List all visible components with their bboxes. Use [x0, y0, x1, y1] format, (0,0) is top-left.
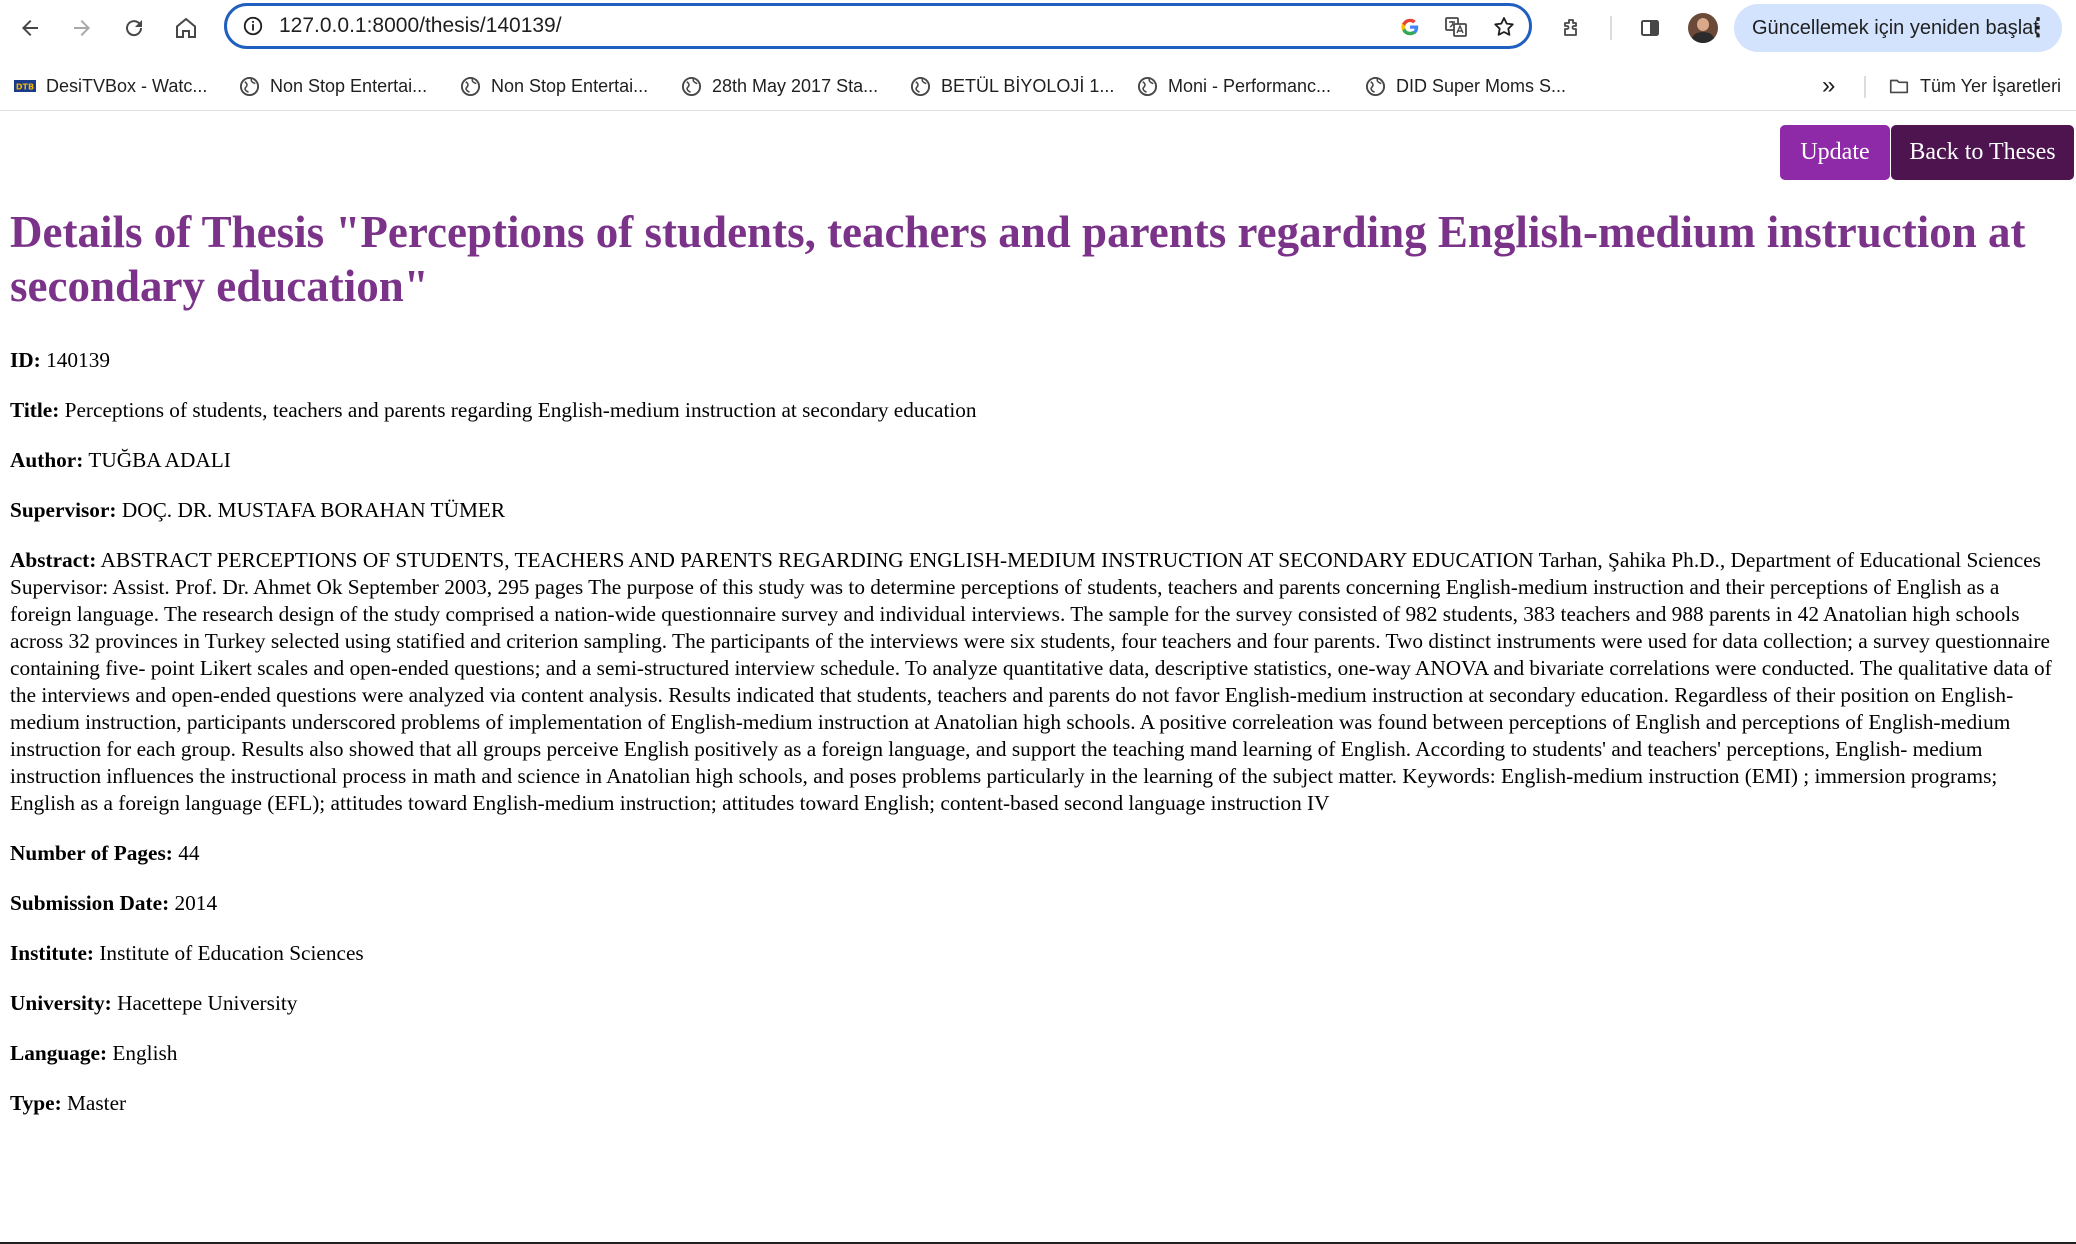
bookmark-label: 28th May 2017 Sta...: [712, 76, 879, 96]
field-label: Title:: [10, 398, 60, 422]
svg-text:DTB: DTB: [16, 83, 34, 92]
field-value: ABSTRACT PERCEPTIONS OF STUDENTS, TEACHE…: [10, 548, 2052, 815]
bookmark-item[interactable]: Non Stop Entertai...: [238, 72, 427, 100]
bookmark-label: Moni - Performanc...: [1168, 76, 1332, 96]
menu-dots-icon[interactable]: ⋮: [2026, 4, 2050, 52]
bookmark-label: Non Stop Entertai...: [491, 76, 649, 96]
bookmark-item[interactable]: Moni - Performanc...: [1136, 72, 1331, 100]
extensions-icon[interactable]: [1554, 10, 1590, 46]
google-icon[interactable]: [1395, 12, 1425, 42]
field-value: Institute of Education Sciences: [99, 941, 364, 965]
field-value: TUĞBA ADALI: [88, 448, 231, 472]
field-abstract: Abstract: ABSTRACT PERCEPTIONS OF STUDEN…: [10, 547, 2066, 817]
browser-toolbar: 127.0.0.1:8000/thesis/140139/ Güncelleme…: [0, 0, 2076, 56]
field-university: University: Hacettepe University: [10, 990, 2066, 1017]
chevron-double-right-icon[interactable]: »: [1822, 72, 1835, 100]
field-value: 44: [178, 841, 200, 865]
bookmark-item[interactable]: DTB DesiTVBox - Watc...: [14, 72, 207, 100]
back-arrow-icon[interactable]: [12, 10, 48, 46]
field-label: Institute:: [10, 941, 95, 965]
all-bookmarks-label: Tüm Yer İşaretleri: [1920, 76, 2062, 96]
bookmark-star-icon[interactable]: [1489, 12, 1519, 42]
relaunch-update-label: Güncellemek için yeniden başlat: [1752, 17, 2039, 39]
field-label: Submission Date:: [10, 891, 170, 915]
field-author: Author: TUĞBA ADALI: [10, 447, 2066, 474]
globe-icon: [1364, 75, 1386, 97]
bookmark-label: DesiTVBox - Watc...: [46, 76, 208, 96]
forward-arrow-icon[interactable]: [64, 10, 100, 46]
update-button[interactable]: Update: [1780, 125, 1890, 180]
bookmarks-bar: DTB DesiTVBox - Watc... Non Stop Enterta…: [0, 66, 2076, 106]
globe-icon: [459, 75, 481, 97]
field-label: Number of Pages:: [10, 841, 173, 865]
bookmark-item[interactable]: BETÜL BİYOLOJİ 1...: [909, 72, 1114, 100]
field-value: 2014: [174, 891, 218, 915]
field-label: Supervisor:: [10, 498, 117, 522]
desitvbox-favicon: DTB: [14, 75, 36, 97]
profile-avatar[interactable]: [1688, 13, 1718, 43]
page-title: Details of Thesis "Perceptions of studen…: [10, 207, 2026, 311]
back-to-theses-button[interactable]: Back to Theses: [1891, 125, 2074, 180]
address-bar[interactable]: 127.0.0.1:8000/thesis/140139/: [224, 3, 1532, 49]
side-panel-icon[interactable]: [1632, 10, 1668, 46]
globe-icon: [680, 75, 702, 97]
field-value: English: [112, 1041, 178, 1065]
field-supervisor: Supervisor: DOÇ. DR. MUSTAFA BORAHAN TÜM…: [10, 497, 2066, 524]
field-label: Language:: [10, 1041, 108, 1065]
globe-icon: [1136, 75, 1158, 97]
translate-icon[interactable]: [1441, 12, 1471, 42]
bookmark-item[interactable]: Non Stop Entertai...: [459, 72, 648, 100]
field-label: ID:: [10, 348, 41, 372]
field-institute: Institute: Institute of Education Scienc…: [10, 940, 2066, 967]
reload-icon[interactable]: [116, 10, 152, 46]
field-value: DOÇ. DR. MUSTAFA BORAHAN TÜMER: [121, 498, 506, 522]
field-value: Perceptions of students, teachers and pa…: [64, 398, 977, 422]
site-info-icon[interactable]: [241, 14, 265, 38]
field-title: Title: Perceptions of students, teachers…: [10, 397, 2066, 424]
url-text[interactable]: 127.0.0.1:8000/thesis/140139/: [279, 6, 562, 46]
bookmarks-divider: [1864, 76, 1866, 98]
field-label: Author:: [10, 448, 84, 472]
bookmark-label: Non Stop Entertai...: [270, 76, 428, 96]
relaunch-update-button[interactable]: Güncellemek için yeniden başlat ⋮: [1734, 4, 2062, 52]
field-value: 140139: [46, 348, 110, 372]
field-type: Type: Master: [10, 1090, 2066, 1117]
field-language: Language: English: [10, 1040, 2066, 1067]
home-icon[interactable]: [168, 10, 204, 46]
thesis-fields: ID: 140139 Title: Perceptions of student…: [10, 347, 2066, 1140]
bookmark-item[interactable]: DID Super Moms S...: [1364, 72, 1566, 100]
thesis-detail-page: Update Back to Theses Details of Thesis …: [0, 111, 2076, 1244]
all-bookmarks-button[interactable]: Tüm Yer İşaretleri: [1888, 72, 2061, 100]
field-id: ID: 140139: [10, 347, 2066, 374]
bookmark-label: DID Super Moms S...: [1396, 76, 1567, 96]
field-submission-date: Submission Date: 2014: [10, 890, 2066, 917]
field-label: University:: [10, 991, 112, 1015]
field-value: Master: [67, 1091, 127, 1115]
field-label: Abstract:: [10, 548, 97, 572]
bookmark-label: BETÜL BİYOLOJİ 1...: [941, 76, 1115, 96]
bookmark-item[interactable]: 28th May 2017 Sta...: [680, 72, 878, 100]
toolbar-divider: [1610, 16, 1612, 40]
field-number-of-pages: Number of Pages: 44: [10, 840, 2066, 867]
field-value: Hacettepe University: [117, 991, 298, 1015]
field-label: Type:: [10, 1091, 62, 1115]
globe-icon: [238, 75, 260, 97]
folder-icon: [1888, 75, 1910, 97]
globe-icon: [909, 75, 931, 97]
